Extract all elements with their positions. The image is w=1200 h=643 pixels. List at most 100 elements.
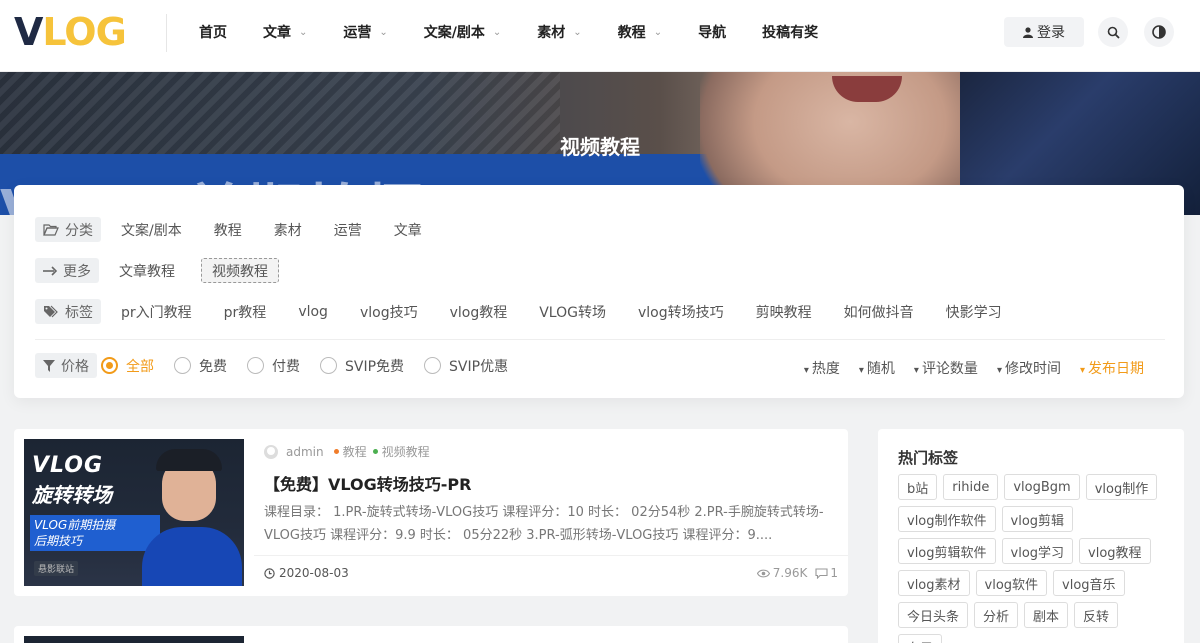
sort-option-label: 发布日期	[1088, 360, 1144, 377]
filter-option[interactable]: 文案/剧本	[121, 217, 182, 242]
comment-icon	[815, 567, 828, 579]
hot-tag[interactable]: vlog剪辑软件	[898, 538, 996, 564]
thumb-person-image	[142, 447, 242, 586]
filter-option[interactable]: pr入门教程	[121, 299, 192, 324]
hot-tag[interactable]: vlog软件	[975, 570, 1048, 596]
tags-icon	[44, 305, 58, 318]
site-logo[interactable]: V LOG	[14, 10, 127, 54]
filter-option[interactable]: pr教程	[224, 299, 267, 324]
sort-option[interactable]: ▾ 随机	[859, 358, 895, 378]
user-icon	[1023, 26, 1033, 38]
price-radio[interactable]: 免费	[174, 356, 227, 376]
nav-item[interactable]: 教程 ⌄	[618, 22, 662, 42]
nav-item[interactable]: 素材 ⌄	[537, 22, 581, 42]
post-thumbnail[interactable]	[24, 636, 244, 643]
filter-option[interactable]: vlog转场技巧	[638, 299, 724, 324]
thumb-cap	[156, 449, 222, 471]
filter-option[interactable]: 视频教程	[201, 258, 279, 283]
category-dot	[372, 449, 378, 454]
filter-option[interactable]: 如何做抖音	[844, 299, 914, 324]
hot-tag[interactable]: vlog教程	[1079, 538, 1151, 564]
hot-tag[interactable]: vlog剪辑	[1001, 506, 1074, 532]
nav-item-label: 运营	[343, 25, 372, 41]
login-button[interactable]: 登录	[1004, 17, 1084, 47]
thumb-watermark: 悬影联站	[34, 561, 79, 576]
nav-item-label: 文章	[263, 25, 291, 41]
filter-option[interactable]: VLOG转场	[539, 299, 606, 324]
caret-down-icon: ▾	[803, 364, 809, 376]
filter-option[interactable]: 素材	[274, 217, 302, 242]
hot-tag[interactable]: 反转	[1074, 602, 1119, 628]
chevron-down-icon: ⌄	[653, 26, 663, 38]
nav-item[interactable]: 运营 ⌄	[343, 22, 387, 42]
hot-tag[interactable]: vlog学习	[1001, 538, 1074, 564]
nav-item-label: 文案/剧本	[423, 25, 485, 41]
nav-item-label: 投稿有奖	[762, 25, 819, 41]
sort-option[interactable]: ▾ 热度	[804, 358, 840, 378]
post-divider	[254, 555, 848, 556]
hot-tag[interactable]: vlog制作	[1085, 474, 1158, 500]
tag-options: pr入门教程 pr教程 vlog vlog技巧 vlog教程 VLOG转场 vlog转场技巧…	[121, 299, 1034, 324]
filter-option[interactable]: 教程	[214, 217, 242, 242]
hot-tag[interactable]: vlogBgm	[1004, 474, 1080, 500]
filter-label-tags: 标签	[35, 299, 101, 324]
hot-tag[interactable]: 女子	[898, 634, 943, 643]
nav-item[interactable]: 文章 ⌄	[263, 22, 307, 42]
price-radio-label: 免费	[199, 358, 227, 375]
filter-option[interactable]: 文章教程	[119, 258, 175, 283]
filter-option[interactable]: 剪映教程	[756, 299, 812, 324]
chevron-down-icon: ⌄	[299, 26, 308, 38]
filter-option[interactable]: 文章	[394, 217, 422, 242]
hot-tag[interactable]: 今日头条	[898, 602, 969, 628]
caret-down-icon: ▾	[858, 364, 864, 376]
sort-option[interactable]: ▾ 评论数量	[914, 358, 978, 378]
post-card[interactable]	[14, 626, 848, 643]
thumb-title-1: VLOG	[32, 453, 104, 478]
hot-tag[interactable]: 分析	[974, 602, 1019, 628]
nav-item-label: 素材	[537, 25, 566, 41]
hot-tag[interactable]: vlog制作软件	[898, 506, 996, 532]
header-divider	[166, 14, 167, 52]
thumb-caption-box: VLOG前期拍摄 后期技巧	[30, 515, 160, 551]
nav-item[interactable]: 导航	[698, 22, 726, 42]
sort-option-label: 评论数量	[921, 360, 978, 377]
chevron-down-icon: ⌄	[492, 26, 502, 38]
nav-item-label: 首页	[199, 25, 227, 41]
hot-tag[interactable]: vlog音乐	[1053, 570, 1125, 596]
filter-option[interactable]: vlog	[298, 299, 328, 324]
nav-item[interactable]: 文案/剧本 ⌄	[424, 22, 502, 42]
price-radio[interactable]: SVIP优惠	[424, 356, 508, 376]
thumb-caption-1: VLOG前期拍摄	[34, 518, 116, 532]
filter-row-price: 价格 全部 免费 付费 SVIP免费 SVIP优惠	[35, 353, 528, 378]
post-category-2[interactable]: 视频教程	[372, 443, 430, 460]
nav-item[interactable]: 投稿有奖	[762, 22, 818, 42]
post-category-1[interactable]: 教程	[333, 443, 367, 460]
price-radio[interactable]: SVIP免费	[320, 356, 404, 376]
theme-toggle-button[interactable]	[1144, 17, 1174, 47]
filter-label-category-text: 分类	[65, 222, 93, 239]
category-dot	[333, 449, 339, 454]
hot-tag[interactable]: 剧本	[1024, 602, 1069, 628]
post-thumbnail[interactable]: VLOG 旋转转场 VLOG前期拍摄 后期技巧 悬影联站	[24, 439, 244, 586]
sort-option[interactable]: ▾ 发布日期	[1080, 358, 1144, 378]
sort-option[interactable]: ▾ 修改时间	[997, 358, 1061, 378]
filter-option[interactable]: vlog技巧	[360, 299, 418, 324]
sort-option-label: 热度	[811, 360, 840, 377]
arrow-right-icon	[43, 265, 57, 276]
post-author[interactable]: admin	[286, 445, 324, 459]
filter-option[interactable]: 快影学习	[946, 299, 1002, 324]
post-card[interactable]: VLOG 旋转转场 VLOG前期拍摄 后期技巧 悬影联站 admin 教程 视频…	[14, 429, 848, 596]
filter-option[interactable]: vlog教程	[450, 299, 508, 324]
author-avatar[interactable]	[264, 444, 278, 459]
hot-tag[interactable]: b站	[898, 474, 938, 500]
filter-funnel-icon	[43, 359, 55, 372]
hot-tag[interactable]: rihide	[943, 474, 999, 500]
nav-item[interactable]: 首页	[199, 22, 227, 42]
hot-tag[interactable]: vlog素材	[898, 570, 970, 596]
post-title[interactable]: 【免费】VLOG转场技巧-PR	[264, 471, 471, 495]
price-radio[interactable]: 付费	[247, 356, 300, 376]
price-radio[interactable]: 全部	[101, 356, 154, 376]
price-options: 全部 免费 付费 SVIP免费 SVIP优惠	[101, 356, 528, 376]
search-button[interactable]	[1098, 17, 1128, 47]
filter-option[interactable]: 运营	[334, 217, 362, 242]
